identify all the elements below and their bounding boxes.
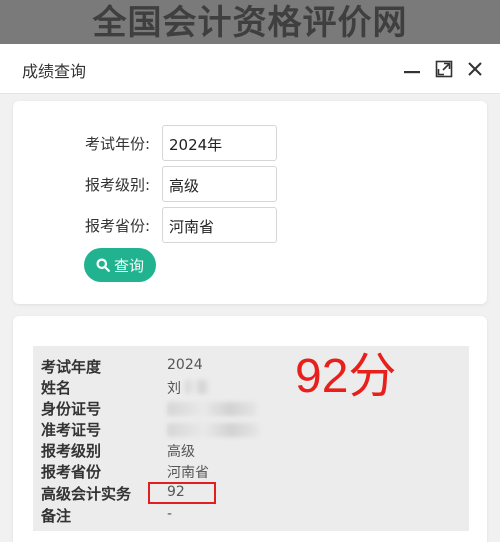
exam-year-select[interactable]: 2024年	[162, 125, 277, 161]
result-value: 河南省	[167, 465, 209, 481]
maximize-icon[interactable]	[434, 59, 454, 79]
exam-year-row: 考试年份: 2024年	[13, 125, 487, 161]
dialog-title: 成绩查询	[22, 62, 87, 81]
result-label: 姓名	[41, 379, 72, 397]
exam-province-select[interactable]: 河南省	[162, 207, 277, 243]
query-form-card: 考试年份: 2024年 报考级别: 高级 报考省份: 河南省 查询	[13, 101, 487, 304]
search-icon	[96, 258, 110, 272]
result-table: 考试年度 2024 姓名 刘 身份证号 准考证号 报考级别 高级 报考省份 河南…	[33, 346, 469, 531]
result-label: 考试年度	[41, 358, 102, 376]
result-label: 身份证号	[41, 400, 102, 418]
result-label: 高级会计实务	[41, 485, 132, 503]
score-query-dialog: 成绩查询 考试年份: 2024年 报考级别: 高级 报考省份: 河南省 查询 考…	[0, 44, 500, 542]
minimize-icon[interactable]	[402, 59, 422, 79]
result-row: 报考级别 高级	[33, 439, 469, 461]
query-button-label: 查询	[113, 256, 144, 275]
exam-level-label: 报考级别:	[85, 176, 151, 194]
result-label: 准考证号	[41, 421, 102, 439]
result-label: 报考级别	[41, 442, 102, 460]
result-row: 姓名 刘	[33, 376, 469, 398]
redacted-name	[185, 380, 209, 394]
result-row: 报考省份 河南省	[33, 460, 469, 482]
exam-level-select[interactable]: 高级	[162, 166, 277, 202]
query-button[interactable]: 查询	[84, 248, 156, 282]
redacted-id-number	[167, 402, 257, 416]
result-row: 身份证号	[33, 397, 469, 419]
dialog-titlebar: 成绩查询	[0, 44, 500, 94]
redacted-exam-number	[167, 423, 259, 437]
result-value: 高级	[167, 444, 195, 460]
result-card: 考试年度 2024 姓名 刘 身份证号 准考证号 报考级别 高级 报考省份 河南…	[13, 316, 487, 542]
result-value: 2024	[167, 357, 203, 373]
exam-level-row: 报考级别: 高级	[13, 166, 487, 202]
exam-province-row: 报考省份: 河南省	[13, 207, 487, 243]
exam-year-label: 考试年份:	[85, 135, 151, 153]
site-banner: 全国会计资格评价网	[0, 0, 500, 44]
result-value: 刘	[167, 381, 181, 397]
score-highlight-box	[148, 482, 216, 504]
result-row: 高级会计实务 92	[33, 482, 469, 504]
result-label: 备注	[41, 507, 72, 525]
close-icon[interactable]	[465, 59, 485, 79]
result-row: 准考证号	[33, 418, 469, 440]
result-row: 考试年度 2024	[33, 355, 469, 377]
result-label: 报考省份	[41, 463, 102, 481]
result-row: 备注 -	[33, 504, 469, 526]
site-title: 全国会计资格评价网	[92, 3, 408, 43]
result-value: -	[167, 506, 173, 522]
score-annotation: 92分	[295, 350, 397, 403]
exam-province-label: 报考省份:	[85, 217, 151, 235]
